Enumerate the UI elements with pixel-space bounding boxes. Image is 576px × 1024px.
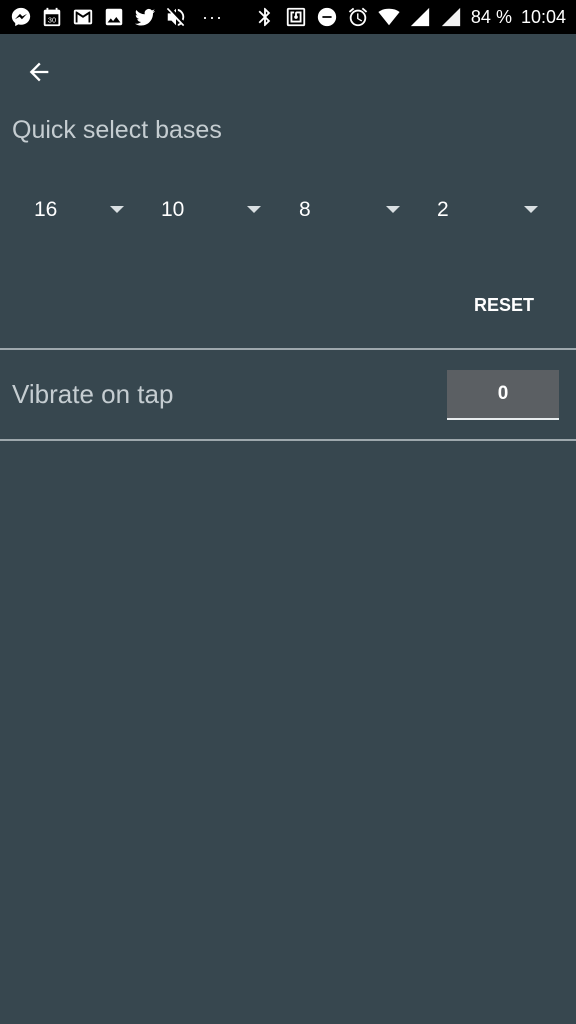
divider [0, 348, 576, 350]
status-bar: 30 ··· 84 % 10:04 [0, 0, 576, 34]
bluetooth-icon [254, 6, 276, 28]
wifi-icon [378, 6, 400, 28]
chevron-down-icon [386, 206, 400, 213]
vibrate-label: Vibrate on tap [12, 379, 174, 409]
twitter-icon [134, 6, 156, 28]
clock: 10:04 [520, 6, 566, 27]
vibrate-input[interactable]: 0 [447, 370, 559, 420]
chevron-down-icon [524, 206, 538, 213]
reset-button[interactable]: RESET [462, 286, 546, 324]
base-select-3-value: 8 [299, 198, 311, 221]
status-bar-left: 30 ··· [10, 6, 223, 28]
alarm-icon [347, 6, 369, 28]
battery-level: 84 % [470, 6, 512, 27]
base-select-2[interactable]: 10 [161, 190, 269, 230]
base-select-2-value: 10 [161, 198, 185, 221]
base-select-1-value: 16 [34, 198, 58, 221]
calendar-day: 30 [48, 16, 56, 25]
more-notifications: ··· [202, 6, 223, 27]
nfc-icon [285, 6, 307, 28]
signal-icon-2 [440, 6, 462, 28]
base-select-1[interactable]: 16 [34, 190, 130, 230]
calendar-icon: 30 [41, 6, 63, 28]
chevron-down-icon [110, 206, 124, 213]
base-select-4[interactable]: 2 [437, 190, 547, 230]
divider [0, 439, 576, 441]
base-select-4-value: 2 [437, 198, 449, 221]
signal-icon [409, 6, 431, 28]
bases-row: 16 10 8 2 [0, 190, 576, 230]
dnd-icon [316, 6, 338, 28]
chevron-down-icon [247, 206, 261, 213]
messenger-icon [10, 6, 32, 28]
mute-icon [165, 6, 187, 28]
back-button[interactable] [18, 54, 60, 90]
base-select-3[interactable]: 8 [299, 190, 409, 230]
status-bar-right: 84 % 10:04 [254, 6, 566, 28]
image-icon [103, 6, 125, 28]
gmail-icon [72, 6, 94, 28]
arrow-left-icon [29, 62, 49, 82]
quick-select-title: Quick select bases [12, 116, 222, 144]
